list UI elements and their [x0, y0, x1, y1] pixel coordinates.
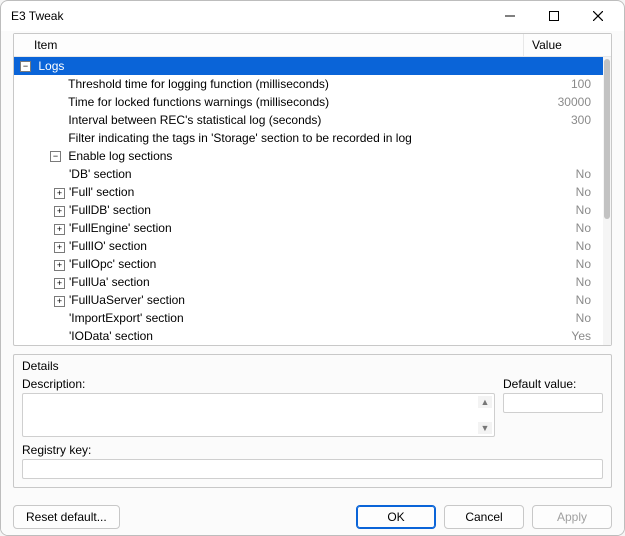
- tree-rows: − Logs Threshold time for logging functi…: [14, 57, 611, 345]
- ok-button[interactable]: OK: [356, 505, 436, 529]
- column-header-value[interactable]: Value: [523, 34, 611, 56]
- tree-label: 'FullOpc' section: [69, 257, 156, 271]
- spinner-down-button[interactable]: ▼: [478, 422, 492, 434]
- tree-value: No: [531, 257, 611, 271]
- tree-label: 'Full' section: [69, 185, 134, 199]
- expand-icon[interactable]: +: [54, 296, 65, 307]
- tree-row-enable-log-sections[interactable]: − Enable log sections: [14, 147, 611, 165]
- tree-row[interactable]: + 'Full' section No: [14, 183, 611, 201]
- tree-label: 'ImportExport' section: [69, 311, 184, 325]
- tree-row[interactable]: + 'FullUa' section No: [14, 273, 611, 291]
- tree-row[interactable]: Interval between REC's statistical log (…: [14, 111, 611, 129]
- tree-value: No: [531, 185, 611, 199]
- button-bar: Reset default... OK Cancel Apply: [1, 498, 624, 535]
- maximize-button[interactable]: [532, 1, 576, 31]
- close-button[interactable]: [576, 1, 620, 31]
- titlebar: E3 Tweak: [1, 1, 624, 31]
- tree-label: 'FullEngine' section: [69, 221, 172, 235]
- tree-row[interactable]: + 'FullEngine' section No: [14, 219, 611, 237]
- window: E3 Tweak Item Value −: [0, 0, 625, 536]
- tree-label: Interval between REC's statistical log (…: [68, 113, 321, 127]
- registry-key-label: Registry key:: [22, 443, 603, 457]
- tree-row[interactable]: + 'FullIO' section No: [14, 237, 611, 255]
- expand-icon[interactable]: +: [54, 188, 65, 199]
- tree-row[interactable]: + 'FullOpc' section No: [14, 255, 611, 273]
- details-title: Details: [22, 359, 603, 373]
- tree-value: No: [531, 311, 611, 325]
- scrollbar-thumb[interactable]: [604, 59, 610, 219]
- chevron-up-icon: ▲: [481, 397, 490, 407]
- tree-value: 30000: [531, 95, 611, 109]
- tree-value: No: [531, 203, 611, 217]
- tree-row[interactable]: + 'FullDB' section No: [14, 201, 611, 219]
- minimize-icon: [505, 11, 515, 21]
- spinner-up-button[interactable]: ▲: [478, 396, 492, 408]
- tree-value: No: [531, 239, 611, 253]
- tree-row[interactable]: Threshold time for logging function (mil…: [14, 75, 611, 93]
- tree-row[interactable]: + 'FullUaServer' section No: [14, 291, 611, 309]
- tree-value: No: [531, 221, 611, 235]
- tree-row-logs[interactable]: − Logs: [14, 57, 611, 75]
- column-header-item[interactable]: Item: [14, 34, 523, 56]
- expand-icon[interactable]: +: [54, 224, 65, 235]
- cancel-button[interactable]: Cancel: [444, 505, 524, 529]
- tree-value: 300: [531, 113, 611, 127]
- scrollbar-track[interactable]: [603, 57, 611, 345]
- chevron-down-icon: ▼: [481, 423, 490, 433]
- content-area: Item Value − Logs: [1, 31, 624, 498]
- registry-key-field[interactable]: [22, 459, 603, 479]
- expand-icon[interactable]: +: [54, 206, 65, 217]
- tree-label: 'IOData' section: [69, 329, 153, 343]
- tree-row[interactable]: 'DB' section No: [14, 165, 611, 183]
- tree-label: Threshold time for logging function (mil…: [68, 77, 329, 91]
- tree-value: No: [531, 293, 611, 307]
- expand-icon[interactable]: +: [54, 278, 65, 289]
- details-panel: Details Description: ▲ ▼: [13, 354, 612, 488]
- window-title: E3 Tweak: [11, 9, 488, 23]
- tree-body: − Logs Threshold time for logging functi…: [14, 57, 611, 345]
- tree-label: 'FullIO' section: [69, 239, 147, 253]
- tree-label: 'DB' section: [69, 167, 132, 181]
- tree-header: Item Value: [14, 34, 611, 57]
- description-label: Description:: [22, 377, 495, 391]
- maximize-icon: [549, 11, 559, 21]
- tree-panel: Item Value − Logs: [13, 33, 612, 346]
- tree-row[interactable]: Time for locked functions warnings (mill…: [14, 93, 611, 111]
- description-field[interactable]: ▲ ▼: [22, 393, 495, 437]
- tree-value: 100: [531, 77, 611, 91]
- tree-label: Filter indicating the tags in 'Storage' …: [68, 131, 411, 145]
- expand-icon[interactable]: +: [54, 260, 65, 271]
- tree-value: No: [531, 275, 611, 289]
- tree-label: Time for locked functions warnings (mill…: [68, 95, 329, 109]
- minimize-button[interactable]: [488, 1, 532, 31]
- tree-value: Yes: [531, 329, 611, 343]
- tree-row[interactable]: 'ImportExport' section No: [14, 309, 611, 327]
- tree-label: 'FullUaServer' section: [69, 293, 185, 307]
- tree-label: 'FullUa' section: [69, 275, 150, 289]
- apply-button[interactable]: Apply: [532, 505, 612, 529]
- default-value-label: Default value:: [503, 377, 603, 391]
- tree-row[interactable]: 'IOData' section Yes: [14, 327, 611, 345]
- reset-default-button[interactable]: Reset default...: [13, 505, 120, 529]
- collapse-icon[interactable]: −: [50, 151, 61, 162]
- close-icon: [593, 11, 603, 21]
- tree-label: Logs: [38, 59, 64, 73]
- tree-label: Enable log sections: [68, 149, 172, 163]
- default-value-field[interactable]: [503, 393, 603, 413]
- tree-row[interactable]: Filter indicating the tags in 'Storage' …: [14, 129, 611, 147]
- expand-icon[interactable]: +: [54, 242, 65, 253]
- expand-icon[interactable]: −: [20, 61, 31, 72]
- tree-label: 'FullDB' section: [69, 203, 151, 217]
- tree-value: No: [531, 167, 611, 181]
